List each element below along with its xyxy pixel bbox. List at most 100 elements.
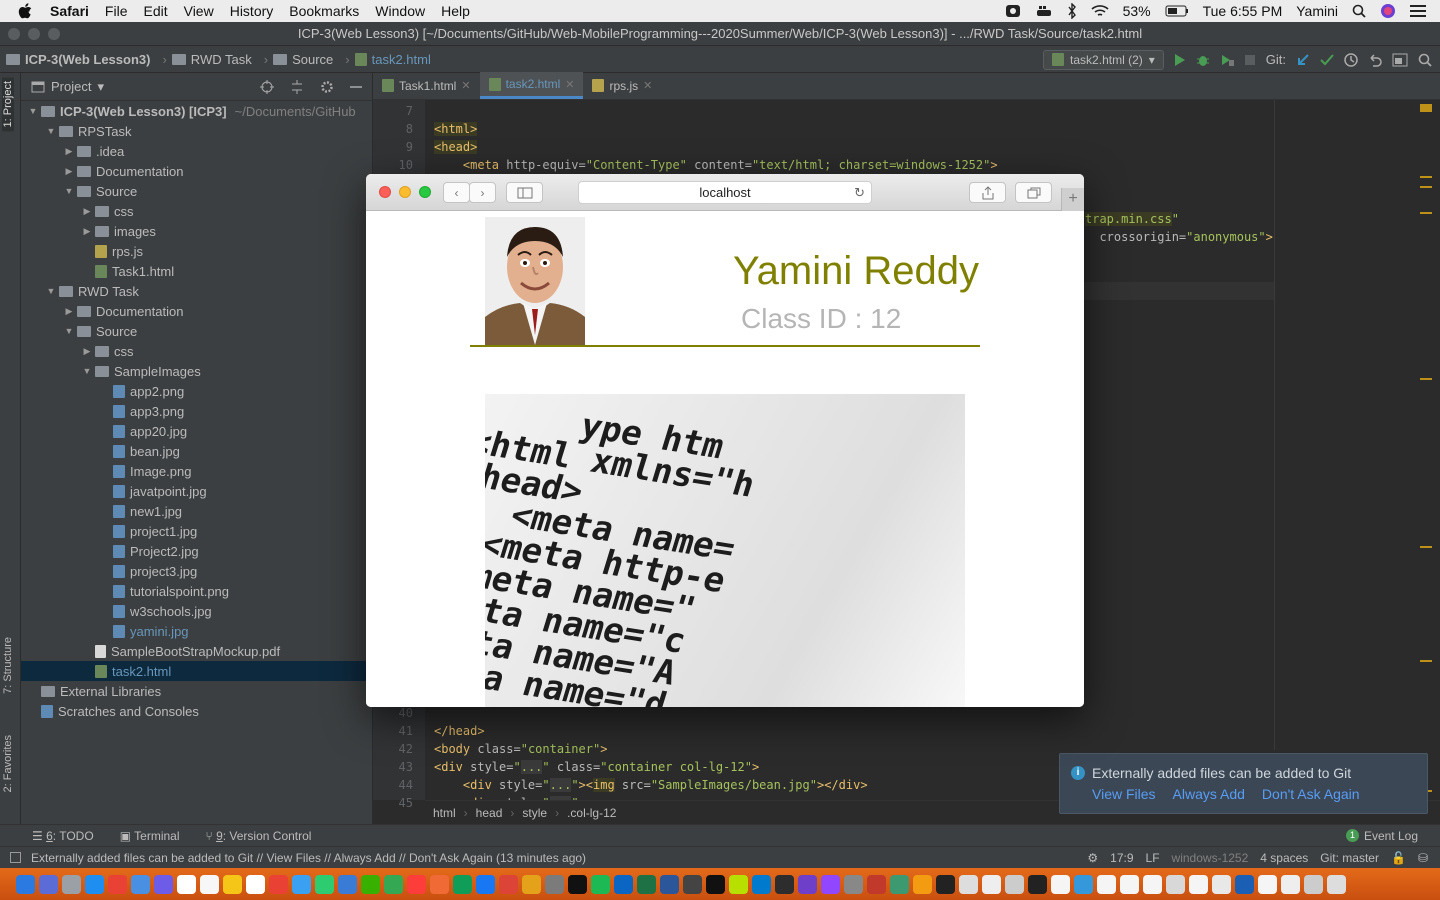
bluetooth-icon[interactable] <box>1067 3 1077 19</box>
dock-app-icon[interactable] <box>522 874 541 894</box>
tree-item[interactable]: ▶ .idea <box>21 141 372 161</box>
dock-app-icon[interactable] <box>499 874 518 894</box>
toggle-tool-windows-icon[interactable] <box>10 852 21 863</box>
close-icon[interactable]: ✕ <box>461 79 470 92</box>
close-button[interactable] <box>379 186 391 198</box>
history-icon[interactable] <box>1344 52 1358 67</box>
code-line[interactable]: <html> <box>434 120 478 138</box>
collapse-arrow-icon[interactable]: ▶ <box>61 306 77 317</box>
dock-app-icon[interactable] <box>407 874 426 894</box>
battery-icon[interactable] <box>1165 5 1189 17</box>
close-icon[interactable]: ✕ <box>565 78 574 91</box>
dock-app-icon[interactable] <box>200 874 219 894</box>
dock-app-icon[interactable] <box>85 874 104 894</box>
project-structure-icon[interactable] <box>1392 53 1408 67</box>
code-line-fragment[interactable]: crossorigin="anonymous"> <box>1085 228 1272 246</box>
expand-arrow-icon[interactable]: ▼ <box>25 106 41 116</box>
expand-arrow-icon[interactable]: ▼ <box>43 126 59 136</box>
apple-icon[interactable] <box>16 2 34 20</box>
dock-app-icon[interactable] <box>131 874 150 894</box>
address-bar[interactable]: localhost ↻ <box>578 181 872 204</box>
tree-item[interactable]: project3.jpg <box>21 561 372 581</box>
warning-marker[interactable] <box>1420 104 1432 112</box>
dock-app-icon[interactable] <box>821 874 840 894</box>
dock-app-icon[interactable] <box>476 874 495 894</box>
warning-marker[interactable] <box>1420 660 1432 662</box>
back-button[interactable]: ‹ <box>443 182 470 203</box>
minimize-button[interactable] <box>399 186 411 198</box>
docker-icon[interactable] <box>1035 4 1053 18</box>
dock-app-icon[interactable] <box>384 874 403 894</box>
menu-app-name[interactable]: Safari <box>42 3 97 19</box>
warning-marker[interactable] <box>1420 212 1432 214</box>
sidebar-button[interactable] <box>506 182 543 203</box>
hide-panel-icon[interactable] <box>350 80 362 94</box>
rollback-icon[interactable] <box>1368 53 1382 67</box>
gear-icon[interactable] <box>320 80 334 94</box>
dock-app-icon[interactable] <box>1166 874 1185 894</box>
warning-marker[interactable] <box>1420 378 1432 380</box>
collapse-arrow-icon[interactable]: ▶ <box>61 146 77 157</box>
locate-file-icon[interactable] <box>260 79 274 94</box>
collapse-arrow-icon[interactable]: ▶ <box>79 226 95 237</box>
camera-icon[interactable] <box>1005 4 1021 18</box>
close-button[interactable] <box>8 28 20 40</box>
dock-app-icon[interactable] <box>913 874 932 894</box>
tree-item[interactable]: External Libraries <box>21 681 372 701</box>
git-branch[interactable]: Git: master <box>1320 851 1379 865</box>
git-update-icon[interactable] <box>1296 53 1310 67</box>
indent-setting[interactable]: 4 spaces <box>1260 851 1308 865</box>
tree-item[interactable]: ▶ Documentation <box>21 161 372 181</box>
reload-icon[interactable]: ↻ <box>854 182 865 203</box>
dock-app-icon[interactable] <box>982 874 1001 894</box>
menu-file[interactable]: File <box>97 3 136 19</box>
always-add-link[interactable]: Always Add <box>1173 786 1245 802</box>
warning-marker[interactable] <box>1420 186 1432 188</box>
dock-app-icon[interactable] <box>752 874 771 894</box>
git-sync-icon[interactable]: ⚙ <box>1087 851 1098 865</box>
nav-crumb-rwd-task[interactable]: › RWD Task <box>156 52 257 67</box>
dock-app-icon[interactable] <box>16 874 35 894</box>
dock-app-icon[interactable] <box>1212 874 1231 894</box>
spotlight-search-icon[interactable] <box>1352 4 1366 18</box>
code-line[interactable]: <meta http-equiv="Content-Type" content=… <box>434 156 998 174</box>
stop-icon[interactable] <box>1244 54 1256 66</box>
dock-app-icon[interactable] <box>315 874 334 894</box>
tree-item[interactable]: app3.png <box>21 401 372 421</box>
nav-crumb-project[interactable]: ICP-3(Web Lesson3) <box>0 52 156 67</box>
git-commit-icon[interactable] <box>1320 53 1334 67</box>
tree-item[interactable]: w3schools.jpg <box>21 601 372 621</box>
menu-edit[interactable]: Edit <box>135 3 175 19</box>
dock-app-icon[interactable] <box>1281 874 1300 894</box>
dock-app-icon[interactable] <box>775 874 794 894</box>
tree-item[interactable]: SampleBootStrapMockup.pdf <box>21 641 372 661</box>
dock-app-icon[interactable] <box>1005 874 1024 894</box>
tab-rps-js[interactable]: rps.js ✕ <box>583 72 661 99</box>
dock-app-icon[interactable] <box>338 874 357 894</box>
dock-app-icon[interactable] <box>1258 874 1277 894</box>
tree-item[interactable]: ▼ SampleImages <box>21 361 372 381</box>
close-icon[interactable]: ✕ <box>643 79 652 92</box>
structure-tool-tab[interactable]: 7: Structure <box>2 633 14 698</box>
menu-view[interactable]: View <box>176 3 222 19</box>
tree-item[interactable]: ▶ css <box>21 341 372 361</box>
dock-app-icon[interactable] <box>453 874 472 894</box>
dock-app-icon[interactable] <box>568 874 587 894</box>
dock-app-icon[interactable] <box>108 874 127 894</box>
status-message[interactable]: Externally added files can be added to G… <box>31 851 586 865</box>
minimize-button[interactable] <box>28 28 40 40</box>
collapse-arrow-icon[interactable]: ▶ <box>61 166 77 177</box>
dock-app-icon[interactable] <box>39 874 58 894</box>
tree-item[interactable]: ▼ RWD Task <box>21 281 372 301</box>
tree-item[interactable]: yamini.jpg <box>21 621 372 641</box>
forward-button[interactable]: › <box>469 182 496 203</box>
editor-crumb[interactable]: head <box>468 806 511 820</box>
view-files-link[interactable]: View Files <box>1092 786 1156 802</box>
tree-item[interactable]: new1.jpg <box>21 501 372 521</box>
dock-app-icon[interactable] <box>867 874 886 894</box>
dock-app-icon[interactable] <box>1074 874 1093 894</box>
dock-app-icon[interactable] <box>246 874 265 894</box>
file-encoding[interactable]: windows-1252 <box>1172 851 1249 865</box>
dock-app-icon[interactable] <box>1028 874 1047 894</box>
tree-item[interactable]: rps.js <box>21 241 372 261</box>
